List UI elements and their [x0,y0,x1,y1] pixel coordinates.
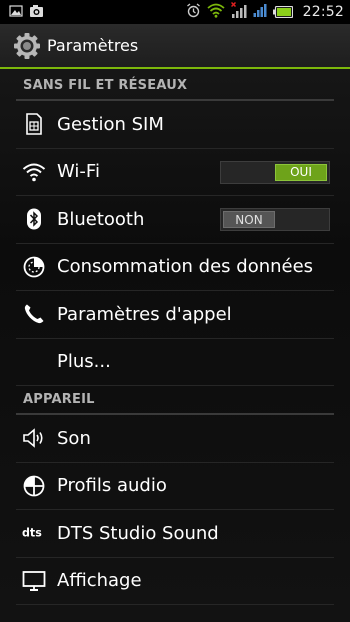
camera-icon [29,3,44,22]
settings-gear-icon[interactable] [12,31,42,61]
settings-item-display[interactable]: Affichage [16,558,334,605]
svg-text:dts: dts [22,527,42,540]
settings-item-label: Gestion SIM [57,113,164,135]
settings-item-audio-profiles[interactable]: Profils audio [16,463,334,510]
settings-item-label: Paramètres d'appel [57,303,232,325]
settings-item-dts[interactable]: dts DTS Studio Sound [16,510,334,558]
phone-icon [22,302,46,326]
audio-profile-icon [22,474,46,498]
alarm-icon [186,2,201,22]
settings-item-label: Consommation des données [57,256,314,278]
speaker-icon [22,426,46,450]
toggle-on-knob: OUI [275,163,327,181]
bluetooth-icon [22,207,46,231]
section-header-device: APPAREIL [16,386,334,415]
settings-list: SANS FIL ET RÉSEAUX Gestion SIM Wi-Fi OU… [0,72,350,605]
wifi-icon [207,3,225,22]
settings-item-sound[interactable]: Son [16,415,334,463]
display-icon [22,569,46,593]
settings-item-sim[interactable]: Gestion SIM [16,101,334,149]
sim-card-icon [22,112,46,136]
signal-icon [253,2,267,22]
signal-blocked-icon [230,1,247,23]
page-title: Paramètres [47,36,139,55]
settings-item-more[interactable]: Plus... [16,339,334,386]
gallery-icon [9,3,23,22]
settings-item-label: Son [57,427,91,449]
battery-icon [272,3,293,22]
settings-item-data-usage[interactable]: Consommation des données [16,244,334,291]
dts-logo-icon: dts [22,521,46,545]
settings-item-label: Plus... [57,351,111,373]
status-time: 22:52 [302,4,344,20]
action-bar: Paramètres [0,24,350,69]
settings-item-call-settings[interactable]: Paramètres d'appel [16,291,334,339]
settings-item-label: Affichage [57,570,142,592]
settings-item-label: Profils audio [57,475,167,497]
status-bar: 22:52 [0,0,350,24]
bluetooth-toggle[interactable]: NON [220,208,330,231]
wifi-icon [22,160,46,184]
section-header-wireless: SANS FIL ET RÉSEAUX [16,72,334,101]
settings-item-bluetooth[interactable]: Bluetooth NON [16,196,334,244]
wifi-toggle[interactable]: OUI [220,160,330,184]
settings-screen: 22:52 Paramètres SANS FIL ET RÉSEAUX Ges… [0,0,350,622]
data-usage-icon [22,255,46,279]
settings-item-label: Bluetooth [57,208,145,230]
settings-item-label: Wi-Fi [57,161,100,183]
toggle-off-knob: NON [223,211,275,228]
settings-item-label: DTS Studio Sound [57,522,219,544]
settings-item-wifi[interactable]: Wi-Fi OUI [16,149,334,196]
